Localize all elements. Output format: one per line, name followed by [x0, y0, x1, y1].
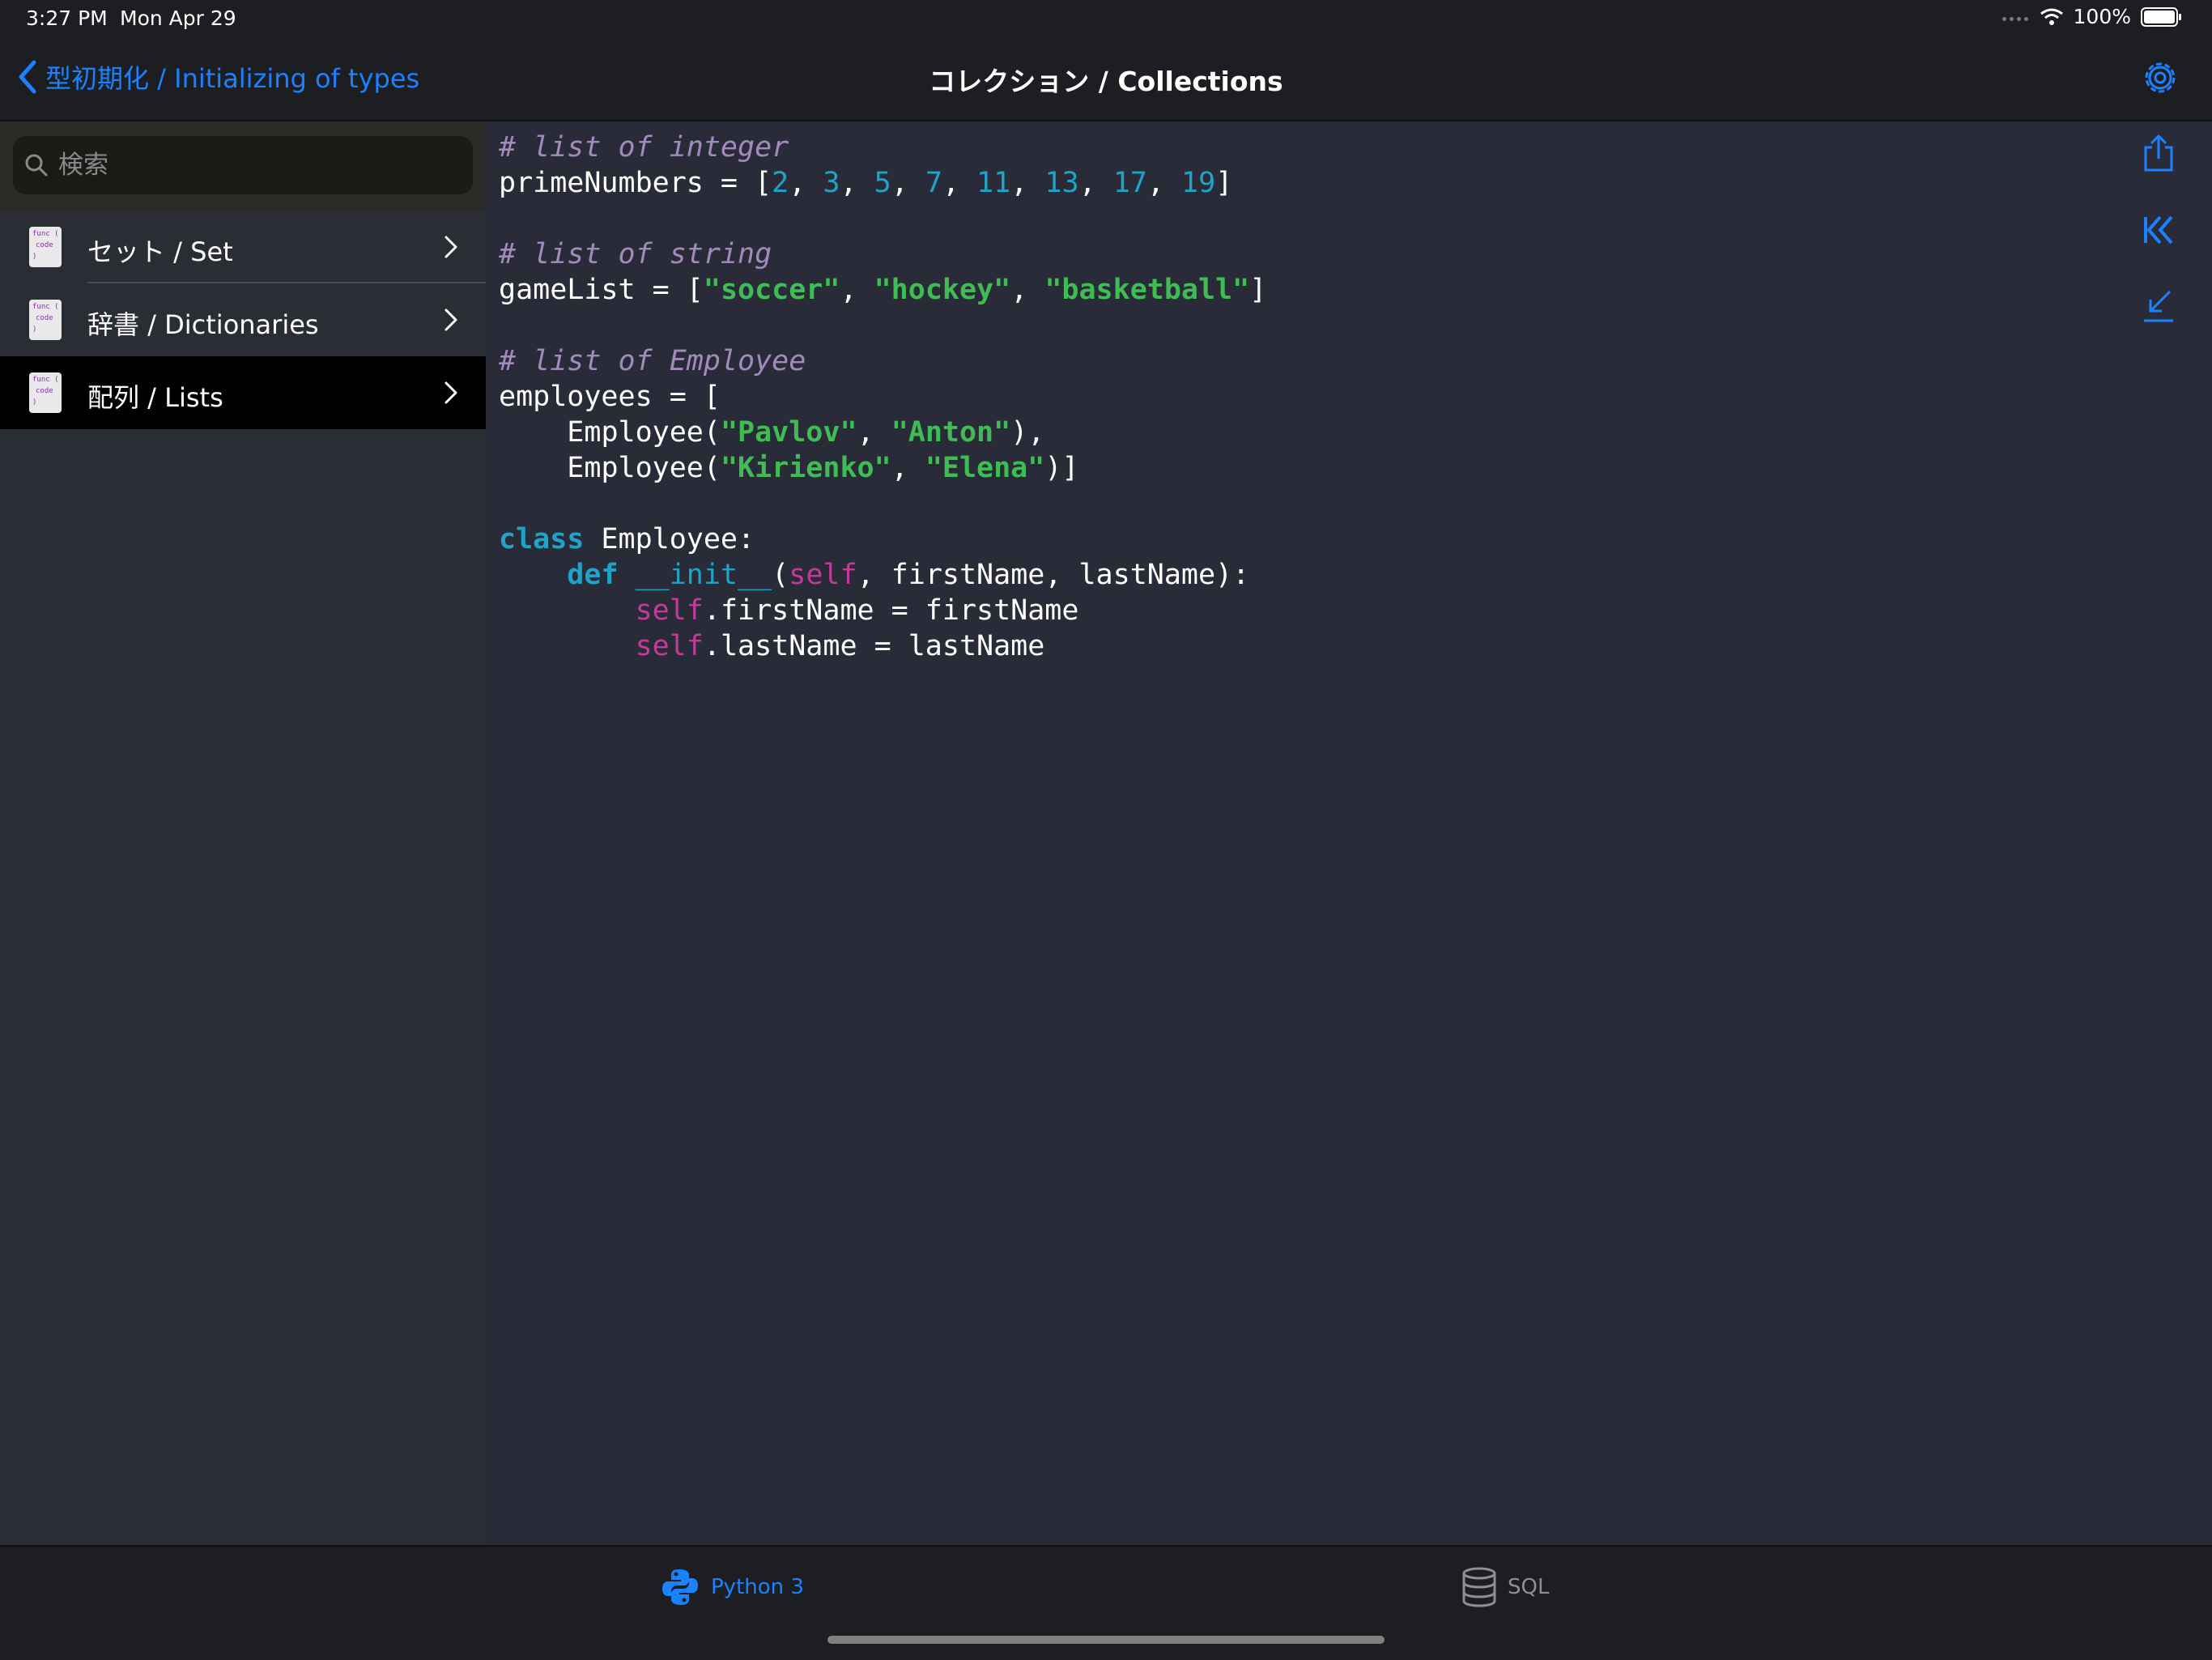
gear-icon[interactable]	[2139, 57, 2181, 99]
python-icon	[662, 1569, 698, 1605]
code-comment: # list of Employee	[499, 345, 806, 377]
collapse-icon[interactable]	[2138, 285, 2180, 327]
code-number: 2	[772, 167, 789, 199]
code-file-icon: func ( code )	[29, 372, 62, 413]
code-comment: # list of string	[499, 238, 772, 270]
cellular-dots-icon	[2001, 13, 2030, 21]
code-self: self	[789, 559, 857, 591]
code-text: , firstName, lastName):	[857, 559, 1250, 591]
tab-python[interactable]: Python 3	[659, 1566, 804, 1608]
code-text: .lastName = lastName	[703, 630, 1045, 662]
code-string: "Kirienko"	[720, 452, 891, 484]
chevron-right-icon	[445, 381, 457, 404]
sidebar-item-label: 配列 / Lists	[87, 382, 223, 413]
sidebar: func ( code ) セット / Set func ( code ) 辞書…	[0, 121, 486, 1545]
status-time: 3:27 PM	[26, 6, 108, 30]
tab-label: SQL	[1508, 1575, 1550, 1599]
chevron-right-icon	[445, 236, 457, 258]
home-indicator[interactable]	[827, 1636, 1385, 1644]
code-number: 19	[1181, 167, 1216, 199]
search-container	[0, 121, 486, 211]
code-self: self	[635, 594, 704, 627]
share-icon[interactable]	[2138, 133, 2180, 175]
code-number: 5	[874, 167, 891, 199]
sidebar-item-label: 辞書 / Dictionaries	[87, 309, 319, 340]
search-bar[interactable]	[13, 136, 473, 194]
status-right: 100%	[2001, 5, 2183, 28]
code-number: 11	[976, 167, 1011, 199]
status-date: Mon Apr 29	[120, 6, 236, 30]
database-icon	[1462, 1567, 1496, 1607]
code-function: __init__	[635, 559, 772, 591]
code-string: "Elena"	[925, 452, 1045, 484]
page-title: コレクション / Collections	[929, 66, 1283, 97]
sidebar-item-dictionaries[interactable]: func ( code ) 辞書 / Dictionaries	[0, 283, 486, 356]
code-text: gameList = [	[499, 274, 704, 306]
tab-label: Python 3	[711, 1575, 804, 1599]
code-file-icon: func ( code )	[29, 300, 62, 340]
code-string: "basketball"	[1044, 274, 1250, 306]
code-text: Employee(	[567, 452, 721, 484]
code-text: Employee(	[567, 416, 721, 449]
code-self: self	[635, 630, 704, 662]
code-string: "Anton"	[891, 416, 1011, 449]
code-string: "Pavlov"	[720, 416, 857, 449]
code-keyword: def	[567, 559, 619, 591]
code-number: 13	[1044, 167, 1079, 199]
search-icon	[25, 154, 48, 177]
status-bar: 3:27 PM Mon Apr 29 100%	[0, 0, 2212, 39]
sidebar-item-label: セット / Set	[87, 236, 233, 267]
code-text: Employee:	[584, 523, 755, 555]
code-editor[interactable]: # list of integer primeNumbers = [2, 3, …	[499, 130, 1266, 664]
battery-percent: 100%	[2073, 5, 2131, 28]
code-comment: # list of integer	[499, 131, 789, 164]
sidebar-item-set[interactable]: func ( code ) セット / Set	[0, 211, 486, 283]
wifi-icon	[2040, 8, 2063, 25]
jump-to-start-icon[interactable]	[2138, 209, 2180, 251]
battery-icon	[2141, 6, 2181, 27]
code-text: .firstName = firstName	[703, 594, 1079, 627]
chevron-right-icon	[445, 309, 457, 331]
tab-sql[interactable]: SQL	[1461, 1566, 1549, 1608]
navigation-bar: 型初期化 / Initializing of types コレクション / Co…	[0, 39, 2212, 121]
code-text: employees = [	[499, 381, 721, 413]
code-number: 17	[1112, 167, 1147, 199]
code-keyword: class	[499, 523, 585, 555]
code-string: "hockey"	[874, 274, 1011, 306]
code-text: primeNumbers = [	[499, 167, 772, 199]
code-number: 3	[823, 167, 840, 199]
code-number: 7	[925, 167, 942, 199]
sidebar-item-lists[interactable]: func ( code ) 配列 / Lists	[0, 356, 486, 429]
search-input[interactable]	[57, 150, 449, 181]
code-file-icon: func ( code )	[29, 227, 62, 267]
code-string: "soccer"	[703, 274, 840, 306]
